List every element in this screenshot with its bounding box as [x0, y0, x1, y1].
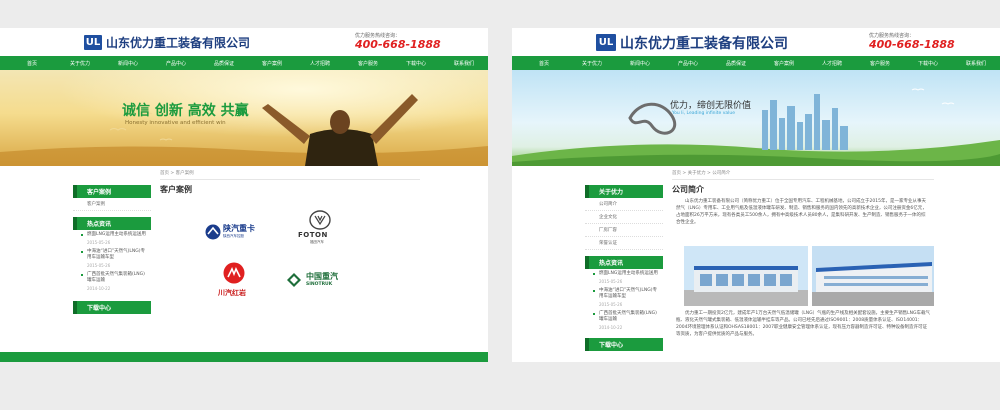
client-logo-sinotruk[interactable]: 中国重汽 SINOTRUK	[286, 270, 356, 294]
nav-item-contact[interactable]: 联系我们	[952, 60, 1000, 67]
nav-item-jobs[interactable]: 人才招聘	[296, 60, 344, 67]
nav-item-home[interactable]: 首页	[520, 60, 568, 67]
sinotruk-sub: SINOTRUK	[306, 282, 333, 287]
news-date-2: 2015-05-26	[599, 302, 623, 307]
news-date-1: 2015-05-26	[599, 279, 623, 284]
nav-item-about[interactable]: 关于优力	[56, 60, 104, 67]
breadcrumb: 首页 > 客户案例	[160, 170, 420, 180]
hot-news-title[interactable]: 热点资讯	[585, 256, 663, 269]
hotline-number: 400-668-1888	[869, 38, 955, 51]
banner-slogan: 诚信 创新 高效 共赢	[122, 103, 249, 119]
sidebar-link-honor[interactable]: 荣誉认证	[585, 237, 663, 250]
news-date-2: 2015-05-26	[87, 263, 111, 268]
sidebar: 客户案例 客户案例 热点资讯 燃面LNG运用主动系统运送用 2015-05-26…	[73, 185, 151, 314]
news-item-3[interactable]: 广西首批天然气集装箱(LNG)罐车运输	[73, 270, 151, 286]
nav-item-cases[interactable]: 客户案例	[760, 60, 808, 67]
nav-item-home[interactable]: 首页	[8, 60, 56, 67]
sidebar-link-profile[interactable]: 公司简介	[585, 198, 663, 211]
company-name[interactable]: 山东优力重工装备有限公司	[106, 34, 250, 51]
main-content: 首页 > 关于优力 > 公司简介 公司简介 山东优力重工装备有限公司（简称优力重…	[672, 170, 934, 362]
hero-banner: 优力，缔创无限价值 You li, Leading infinite value	[512, 70, 1000, 166]
banner-slogan-en: You li, Leading infinite value	[672, 111, 736, 116]
foton-name: FOTON	[298, 231, 328, 239]
company-name[interactable]: 山东优力重工装备有限公司	[620, 33, 788, 53]
client-logo-shacman[interactable]: 陕汽重卡 陕西汽车控股	[205, 222, 269, 242]
logo-mark[interactable]: UL	[84, 35, 102, 50]
news-item-1[interactable]: 燃面LNG运用主动系统运送用	[585, 269, 663, 279]
foton-emblem-icon	[309, 210, 331, 230]
nav-item-products[interactable]: 产品中心	[664, 60, 712, 67]
hongyan-emblem-icon	[223, 262, 245, 284]
nav-item-news[interactable]: 新闻中心	[104, 60, 152, 67]
body-paragraph: 优力重工一期投资2亿元，建成年产1万台天然气低温储罐（LNG）气瓶的生产线及相关…	[676, 311, 930, 337]
sinotruk-name: 中国重汽	[306, 272, 338, 281]
sidebar: 关于优力 公司简介 企业文化 厂房厂容 荣誉认证 热点资讯 燃面LNG运用主动系…	[585, 185, 663, 351]
banner-slogan-en: Honesty innovative and efficient win	[125, 120, 226, 126]
hero-banner: 诚信 创新 高效 共赢 Honesty innovative and effic…	[0, 70, 488, 166]
sinotruk-emblem-icon	[287, 273, 301, 287]
bottom-margin	[512, 362, 1000, 410]
sidebar-section-title[interactable]: 关于优力	[585, 185, 663, 198]
hongyan-name: 川汽红岩	[218, 289, 246, 297]
news-date-3: 2014-10-22	[87, 286, 111, 291]
nav-item-service[interactable]: 客户服务	[856, 60, 904, 67]
client-logo-foton[interactable]: FOTON 福田汽车	[296, 210, 344, 246]
client-logo-hongyan[interactable]: 川汽红岩	[216, 262, 252, 302]
download-center-title[interactable]: 下载中心	[73, 301, 151, 314]
nav-item-quality[interactable]: 品质保证	[712, 60, 760, 67]
main-nav: 首页 关于优力 新闻中心 产品中心 品质保证 客户案例 人才招聘 客户服务 下载…	[0, 56, 488, 70]
page-title: 公司简介	[672, 185, 704, 194]
nav-item-service[interactable]: 客户服务	[344, 60, 392, 67]
sidebar-link-factory[interactable]: 厂房厂容	[585, 224, 663, 237]
nav-item-contact[interactable]: 联系我们	[440, 60, 488, 67]
news-date-3: 2014-10-22	[599, 325, 623, 330]
banner-slogan: 优力，缔创无限价值	[670, 101, 752, 111]
bottom-margin	[0, 362, 488, 410]
top-margin	[0, 0, 488, 28]
factory-photo-1	[684, 246, 808, 306]
logo-mark[interactable]: UL	[596, 34, 616, 51]
top-margin	[512, 0, 1000, 28]
breadcrumb: 首页 > 关于优力 > 公司简介	[672, 170, 934, 180]
nav-item-products[interactable]: 产品中心	[152, 60, 200, 67]
intro-paragraph: 山东优力重工装备有限公司（简称优力重工）位于全国专用汽车、工程机械基地，公司成立…	[676, 199, 927, 225]
sidebar-section-title[interactable]: 客户案例	[73, 185, 151, 198]
news-item-2[interactable]: 中海油“进口”天然气(LNG)专用车运输车型	[73, 247, 151, 263]
banner-city-art	[512, 88, 1000, 166]
download-center-title[interactable]: 下载中心	[585, 338, 663, 351]
page-title: 客户案例	[160, 185, 192, 194]
shacman-name: 陕汽重卡	[223, 224, 255, 233]
shacman-emblem-icon	[205, 224, 221, 240]
website-screenshot-right: UL 山东优力重工装备有限公司 优力服务热线咨询： 400-668-1888 首…	[512, 0, 1000, 410]
site-header: UL 山东优力重工装备有限公司 优力服务热线咨询： 400-668-1888	[0, 28, 488, 56]
nav-item-quality[interactable]: 品质保证	[200, 60, 248, 67]
nav-item-download[interactable]: 下载中心	[904, 60, 952, 67]
website-screenshot-left: UL 山东优力重工装备有限公司 优力服务热线咨询： 400-668-1888 首…	[0, 0, 488, 410]
shacman-sub: 陕西汽车控股	[223, 234, 244, 238]
site-header: UL 山东优力重工装备有限公司 优力服务热线咨询： 400-668-1888	[512, 28, 1000, 56]
footer-bar	[0, 352, 488, 362]
news-date-1: 2015-05-26	[87, 240, 111, 245]
nav-item-jobs[interactable]: 人才招聘	[808, 60, 856, 67]
nav-item-about[interactable]: 关于优力	[568, 60, 616, 67]
factory-photo-2	[812, 246, 934, 306]
news-item-3[interactable]: 广西首批天然气集装箱(LNG)罐车运输	[585, 309, 663, 325]
main-nav: 首页 关于优力 新闻中心 产品中心 品质保证 客户案例 人才招聘 客户服务 下载…	[512, 56, 1000, 70]
sidebar-link-culture[interactable]: 企业文化	[585, 211, 663, 224]
nav-item-cases[interactable]: 客户案例	[248, 60, 296, 67]
news-item-1[interactable]: 燃面LNG运用主动系统运送用	[73, 230, 151, 240]
foton-sub: 福田汽车	[310, 240, 324, 244]
nav-item-news[interactable]: 新闻中心	[616, 60, 664, 67]
nav-item-download[interactable]: 下载中心	[392, 60, 440, 67]
main-content: 首页 > 客户案例 客户案例 陕汽重卡 陕西汽车控股 FOTON 福田汽车 川汽…	[160, 170, 420, 340]
hot-news-title[interactable]: 热点资讯	[73, 217, 151, 230]
news-item-2[interactable]: 中海油“进口”天然气(LNG)专用车运输车型	[585, 286, 663, 302]
hotline-number: 400-668-1888	[355, 38, 441, 51]
sidebar-link-cases[interactable]: 客户案例	[73, 198, 151, 211]
